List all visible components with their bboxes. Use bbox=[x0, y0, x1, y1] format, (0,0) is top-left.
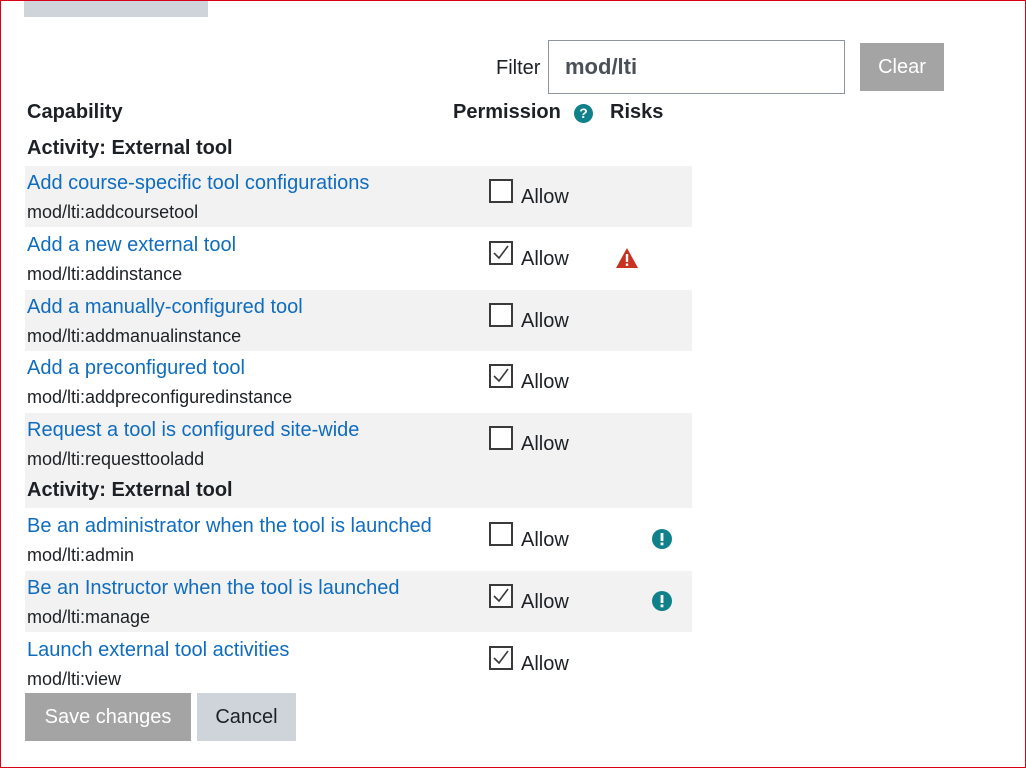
cancel-button[interactable]: Cancel bbox=[197, 693, 296, 741]
capability-link[interactable]: Launch external tool activities bbox=[27, 639, 289, 662]
filter-label: Filter bbox=[496, 57, 541, 79]
allow-label: Allow bbox=[521, 591, 569, 613]
allow-label: Allow bbox=[521, 248, 569, 270]
allow-label: Allow bbox=[521, 310, 569, 332]
capability-link[interactable]: Be an Instructor when the tool is launch… bbox=[27, 577, 399, 600]
table-row: Add a preconfigured tool mod/lti:addprec… bbox=[25, 351, 692, 412]
checkmark-icon bbox=[493, 368, 509, 383]
capability-link[interactable]: Be an administrator when the tool is lau… bbox=[27, 515, 432, 538]
capability-link[interactable]: Add a preconfigured tool bbox=[27, 357, 245, 380]
capability-code: mod/lti:manage bbox=[27, 607, 151, 627]
info-exclamation-icon[interactable] bbox=[652, 529, 672, 549]
checkmark-icon bbox=[493, 588, 509, 603]
capability-link[interactable]: Add course-specific tool configurations bbox=[27, 172, 369, 195]
capability-code: mod/lti:addpreconfiguredinstance bbox=[27, 387, 293, 407]
table-row: Launch external tool activities mod/lti:… bbox=[25, 633, 692, 694]
capability-code: mod/lti:addcoursetool bbox=[27, 202, 199, 222]
allow-checkbox[interactable] bbox=[489, 364, 513, 388]
allow-checkbox[interactable] bbox=[489, 646, 513, 670]
capability-code: mod/lti:addmanualinstance bbox=[27, 326, 242, 346]
clear-button[interactable]: Clear bbox=[860, 43, 944, 91]
allow-label: Allow bbox=[521, 529, 569, 551]
table-row: Add a manually-configured tool mod/lti:a… bbox=[25, 290, 692, 351]
allow-checkbox[interactable] bbox=[489, 584, 513, 608]
table-row: Add course-specific tool configurations … bbox=[25, 166, 692, 227]
allow-checkbox[interactable] bbox=[489, 426, 513, 450]
table-row: Add a new external tool mod/lti:addinsta… bbox=[25, 228, 692, 289]
group-header: Activity: External tool bbox=[27, 479, 233, 501]
capability-link[interactable]: Request a tool is configured site-wide bbox=[27, 419, 359, 442]
capability-link[interactable]: Add a manually-configured tool bbox=[27, 296, 303, 319]
table-row: Be an administrator when the tool is lau… bbox=[25, 509, 692, 570]
top-tab-stub[interactable] bbox=[24, 1, 208, 17]
allow-checkbox[interactable] bbox=[489, 241, 513, 265]
checkmark-icon bbox=[493, 650, 509, 665]
allow-label: Allow bbox=[521, 433, 569, 455]
allow-label: Allow bbox=[521, 653, 569, 675]
filter-input[interactable] bbox=[548, 40, 845, 94]
capability-code: mod/lti:admin bbox=[27, 545, 135, 565]
risks-column-header: Risks bbox=[610, 101, 664, 123]
allow-checkbox[interactable] bbox=[489, 179, 513, 203]
capability-code: mod/lti:addinstance bbox=[27, 264, 183, 284]
allow-checkbox[interactable] bbox=[489, 303, 513, 327]
table-row: Be an Instructor when the tool is launch… bbox=[25, 571, 692, 632]
save-changes-button[interactable]: Save changes bbox=[25, 693, 191, 741]
allow-label: Allow bbox=[521, 371, 569, 393]
warning-triangle-icon[interactable] bbox=[615, 247, 639, 269]
info-exclamation-icon[interactable] bbox=[652, 591, 672, 611]
permission-column-header: Permission bbox=[453, 101, 561, 123]
capability-column-header: Capability bbox=[27, 101, 123, 123]
capability-link[interactable]: Add a new external tool bbox=[27, 234, 236, 257]
help-icon[interactable]: ? bbox=[574, 104, 593, 123]
allow-label: Allow bbox=[521, 186, 569, 208]
checkmark-icon bbox=[493, 245, 509, 260]
allow-checkbox[interactable] bbox=[489, 522, 513, 546]
group-header: Activity: External tool bbox=[27, 137, 233, 159]
capability-code: mod/lti:view bbox=[27, 669, 122, 689]
capability-code: mod/lti:requesttooladd bbox=[27, 449, 205, 469]
